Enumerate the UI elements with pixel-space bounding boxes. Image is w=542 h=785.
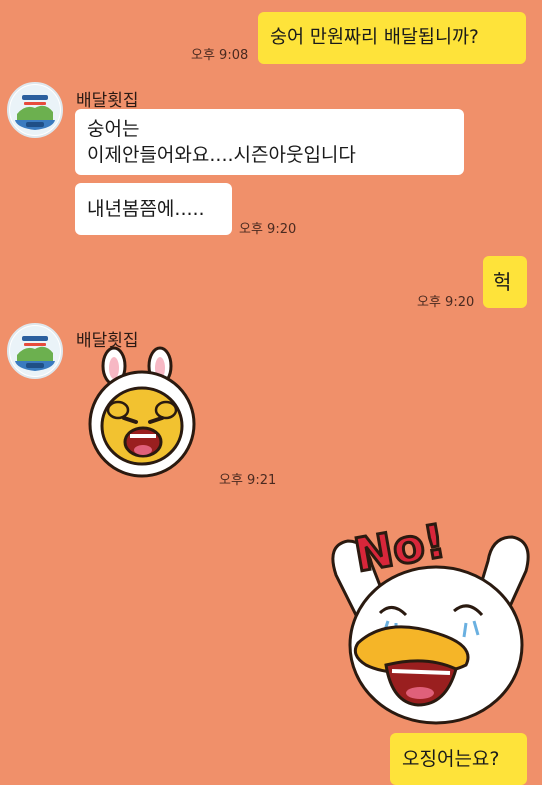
my-message-bubble[interactable]: 헉	[483, 256, 527, 308]
sender-name: 배달횟집	[76, 91, 139, 111]
my-message-bubble[interactable]: 숭어 만원짜리 배달됩니까?	[258, 12, 526, 64]
sender-avatar[interactable]	[7, 82, 63, 138]
no-duck-sticker[interactable]: No!	[326, 505, 536, 729]
my-message-bubble[interactable]: 오징어는요?	[390, 733, 527, 785]
restaurant-logo-icon	[10, 85, 60, 135]
message-time: 오후 9:20	[239, 222, 297, 237]
message-text: 내년봄쯤에.....	[87, 198, 205, 220]
message-text: 숭어 만원짜리 배달됩니까?	[270, 27, 479, 48]
no-duck-icon: No!	[331, 512, 530, 725]
message-time: 오후 9:08	[191, 48, 249, 63]
message-text-line2: 이제안들어와요....시즌아웃입니다	[87, 144, 356, 166]
chat-screen: { "messages": { "m1": { "text": "숭어 만원짜리…	[0, 0, 542, 785]
crying-lion-icon	[88, 346, 196, 478]
message-time: 오후 9:20	[417, 295, 475, 310]
message-time: 오후 9:21	[219, 473, 277, 488]
sender-avatar[interactable]	[7, 323, 63, 379]
crying-lion-sticker[interactable]	[80, 346, 212, 482]
their-message-bubble[interactable]: 숭어는 이제안들어와요....시즌아웃입니다	[75, 109, 464, 175]
message-text-line1: 숭어는	[87, 118, 140, 140]
their-message-bubble[interactable]: 내년봄쯤에.....	[75, 183, 232, 235]
message-text: 헉	[493, 270, 512, 294]
restaurant-logo-icon	[10, 326, 60, 376]
